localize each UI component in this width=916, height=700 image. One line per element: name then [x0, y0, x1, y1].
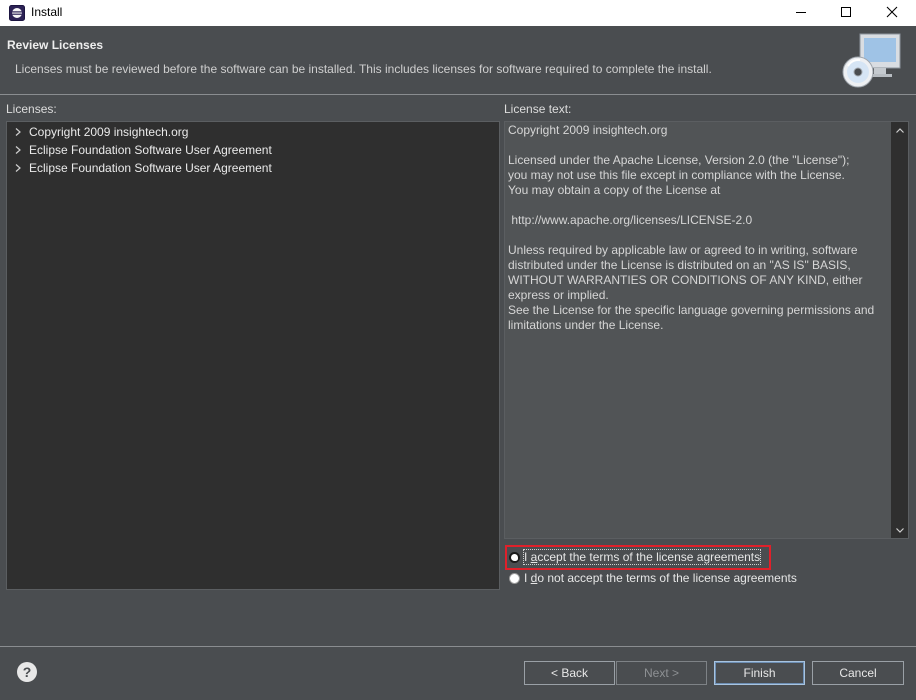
tree-item-label: Eclipse Foundation Software User Agreeme…: [29, 161, 272, 175]
license-text-content: Copyright 2009 insightech.org Licensed u…: [508, 123, 875, 332]
chevron-right-icon[interactable]: [13, 159, 27, 177]
help-icon: ?: [22, 664, 32, 680]
chevron-right-icon[interactable]: [13, 123, 27, 141]
chevron-down-icon[interactable]: [891, 521, 908, 538]
license-text-area[interactable]: Copyright 2009 insightech.org Licensed u…: [504, 121, 909, 539]
tree-item[interactable]: Eclipse Foundation Software User Agreeme…: [13, 141, 272, 159]
tree-item-label: Eclipse Foundation Software User Agreeme…: [29, 143, 272, 157]
chevron-up-icon[interactable]: [891, 122, 908, 139]
close-icon: [886, 6, 898, 21]
minimize-icon: [795, 6, 807, 21]
page-description: Licenses must be reviewed before the sof…: [15, 62, 712, 76]
window-title: Install: [31, 5, 63, 19]
cancel-button[interactable]: Cancel: [812, 661, 904, 685]
accept-radio-button[interactable]: [509, 551, 520, 563]
page-title: Review Licenses: [7, 38, 104, 52]
accept-radio-label: I accept the terms of the license agreem…: [522, 549, 762, 565]
license-text-label: License text:: [504, 102, 572, 116]
next-button[interactable]: Next >: [616, 661, 707, 685]
decline-radio-label: I do not accept the terms of the license…: [524, 571, 797, 585]
chevron-right-icon[interactable]: [13, 141, 27, 159]
header-divider: [0, 94, 916, 95]
accept-radio-option[interactable]: I accept the terms of the license agreem…: [509, 549, 762, 565]
tree-item[interactable]: Eclipse Foundation Software User Agreeme…: [13, 159, 272, 177]
vertical-scrollbar[interactable]: [891, 122, 908, 538]
tree-item[interactable]: Copyright 2009 insightech.org: [13, 123, 188, 141]
decline-radio-button[interactable]: [509, 572, 520, 584]
licenses-tree[interactable]: Copyright 2009 insightech.org Eclipse Fo…: [6, 121, 500, 590]
tree-item-label: Copyright 2009 insightech.org: [29, 125, 189, 139]
back-button[interactable]: < Back: [524, 661, 615, 685]
help-button[interactable]: ?: [17, 662, 37, 682]
install-cd-monitor-icon: [840, 30, 902, 90]
finish-button[interactable]: Finish: [714, 661, 805, 685]
maximize-icon: [840, 6, 852, 21]
licenses-label: Licenses:: [6, 102, 57, 116]
minimize-button[interactable]: [778, 0, 824, 26]
footer-divider: [0, 646, 916, 647]
decline-radio-option[interactable]: I do not accept the terms of the license…: [509, 570, 797, 586]
eclipse-icon: [9, 5, 25, 21]
wizard-header: Review Licenses Licenses must be reviewe…: [0, 27, 916, 94]
window-titlebar: Install: [0, 0, 916, 26]
close-button[interactable]: [869, 0, 915, 26]
maximize-button[interactable]: [823, 0, 869, 26]
